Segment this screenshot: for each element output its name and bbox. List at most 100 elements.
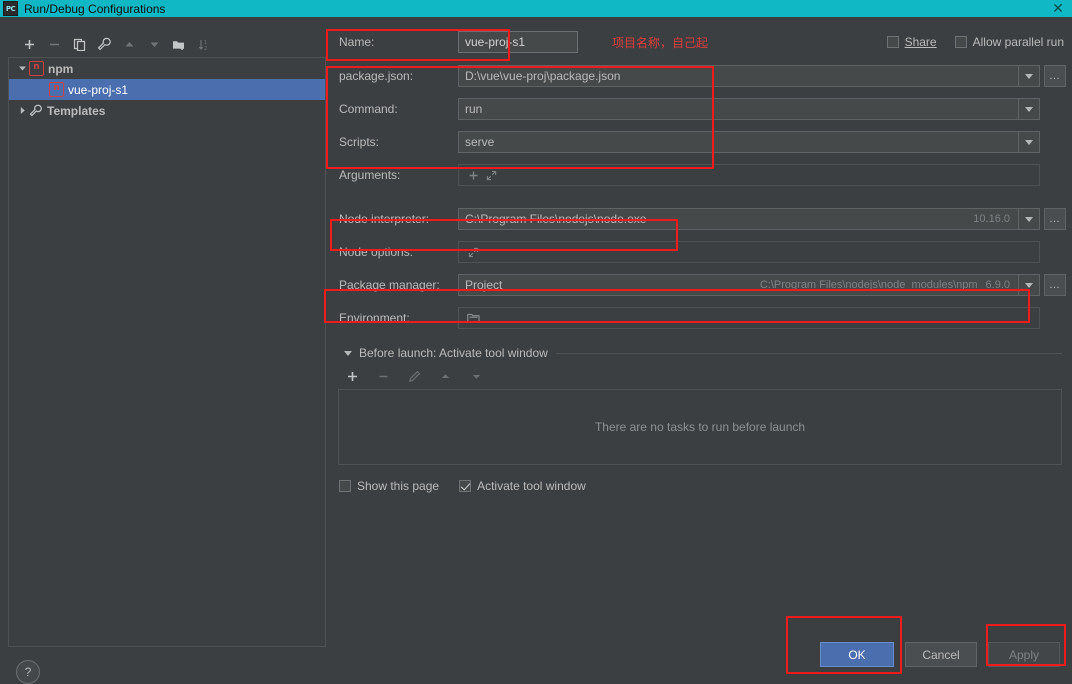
before-launch-task-list[interactable]: There are no tasks to run before launch (338, 389, 1062, 465)
arguments-input[interactable] (458, 164, 1040, 186)
options-group: Share Allow parallel run (886, 35, 1066, 49)
move-down-button[interactable] (143, 33, 165, 55)
window-title: Run/Debug Configurations (24, 1, 166, 16)
node-options-row: Node options: (330, 241, 1066, 263)
package-manager-browse-button[interactable]: … (1044, 274, 1066, 296)
add-configuration-button[interactable] (18, 33, 40, 55)
share-label: Share (904, 35, 937, 49)
package-manager-version: 6.9.0 (985, 279, 1010, 291)
package-manager-value: Project (465, 278, 503, 292)
chevron-down-icon[interactable] (1018, 99, 1039, 119)
edit-templates-wrench-icon[interactable] (93, 33, 115, 55)
expand-editor-icon[interactable] (483, 167, 499, 183)
arguments-label: Arguments: (339, 168, 401, 182)
divider (555, 352, 1062, 354)
pycharm-icon: PC (3, 1, 18, 16)
show-this-page-checkbox[interactable]: Show this page (339, 479, 439, 493)
chevron-down-icon[interactable] (1018, 209, 1039, 229)
apply-button[interactable]: Apply (988, 642, 1060, 667)
move-up-button[interactable] (118, 33, 140, 55)
npm-icon: n (29, 61, 44, 76)
package-json-row: package.json: D:\vue\vue-proj\package.js… (330, 65, 1066, 87)
environment-browse-folder-icon[interactable] (465, 310, 481, 326)
package-manager-label: Package manager: (339, 278, 440, 292)
node-interpreter-label: Node interpreter: (339, 212, 430, 226)
checkbox-box-checked (459, 480, 472, 492)
node-interpreter-version: 10.16.0 (973, 213, 1010, 225)
package-manager-combo[interactable]: Project C:\Program Files\nodejs\node_mod… (458, 274, 1040, 296)
show-this-page-label: Show this page (357, 479, 440, 493)
node-interpreter-value: C:\Program Files\nodejs\node.exe (465, 212, 647, 226)
activate-tool-window-checkbox[interactable]: Activate tool window (459, 479, 586, 493)
chevron-down-icon[interactable] (344, 350, 352, 356)
before-launch-title: Before launch: Activate tool window (359, 346, 548, 360)
help-button[interactable]: ? (16, 660, 40, 684)
task-move-down-button[interactable] (465, 365, 487, 387)
close-icon[interactable]: ✕ (1050, 1, 1066, 16)
name-input[interactable]: vue-proj-s1 (458, 31, 578, 53)
wrench-icon (29, 104, 43, 117)
chevron-down-icon[interactable] (1018, 66, 1039, 86)
copy-configuration-button[interactable] (68, 33, 90, 55)
run-debug-configurations-dialog: PC Run/Debug Configurations ✕ 1 2 n npm … (0, 0, 1072, 684)
checkbox-box (339, 480, 351, 492)
before-launch-options: Show this page Activate tool window (330, 479, 1066, 493)
package-manager-path: C:\Program Files\nodejs\node_modules\npm (759, 279, 978, 291)
task-move-up-button[interactable] (434, 365, 456, 387)
package-json-label: package.json: (339, 69, 414, 83)
node-options-input[interactable] (458, 241, 1040, 263)
name-label: Name: (339, 35, 375, 49)
tree-item-label: vue-proj-s1 (68, 82, 129, 97)
package-json-combo[interactable]: D:\vue\vue-proj\package.json (458, 65, 1040, 87)
command-value: run (465, 102, 483, 116)
command-combo[interactable]: run (458, 98, 1040, 120)
node-interpreter-combo[interactable]: C:\Program Files\nodejs\node.exe 10.16.0 (458, 208, 1040, 230)
npm-icon: n (49, 82, 64, 97)
activate-tool-window-label: Activate tool window (477, 479, 586, 493)
environment-label: Environment: (339, 311, 410, 325)
configurations-tree[interactable]: n npm n vue-proj-s1 Templates (8, 57, 326, 647)
edit-task-pencil-icon[interactable] (403, 365, 425, 387)
environment-input[interactable] (458, 307, 1040, 329)
tree-item-vue-proj-s1[interactable]: n vue-proj-s1 (9, 79, 325, 100)
chevron-right-icon[interactable] (15, 106, 29, 115)
share-checkbox[interactable]: Share (886, 35, 937, 49)
sort-configurations-button[interactable]: 1 2 (193, 33, 215, 55)
expand-editor-icon[interactable] (465, 244, 481, 260)
package-json-browse-button[interactable]: … (1044, 65, 1066, 87)
command-row: Command: run (330, 98, 1066, 120)
tree-item-npm[interactable]: n npm (9, 58, 325, 79)
insert-macro-icon[interactable] (465, 167, 481, 183)
ok-button[interactable]: OK (820, 642, 894, 667)
node-options-label: Node options: (339, 245, 414, 259)
remove-task-button[interactable] (372, 365, 394, 387)
configuration-form: Name: vue-proj-s1 项目名称，自己起 Share Allow p… (330, 31, 1066, 647)
chevron-down-icon[interactable] (1018, 275, 1039, 295)
tree-item-templates[interactable]: Templates (9, 100, 325, 121)
add-task-button[interactable] (341, 365, 363, 387)
name-value: vue-proj-s1 (465, 35, 526, 49)
before-launch-toolbar (330, 363, 1066, 389)
window-titlebar: PC Run/Debug Configurations ✕ (0, 0, 1072, 17)
tree-item-label: npm (48, 61, 74, 76)
dialog-content: 1 2 n npm n vue-proj-s1 Templates Name: … (0, 17, 1072, 684)
name-row: Name: vue-proj-s1 项目名称，自己起 Share Allow p… (330, 31, 1066, 53)
scripts-combo[interactable]: serve (458, 131, 1040, 153)
move-into-folder-button[interactable] (168, 33, 190, 55)
checkbox-box (886, 36, 899, 48)
scripts-row: Scripts: serve (330, 131, 1066, 153)
package-json-value: D:\vue\vue-proj\package.json (465, 69, 621, 83)
checkbox-box (954, 36, 967, 48)
cancel-button[interactable]: Cancel (905, 642, 977, 667)
allow-parallel-run-label: Allow parallel run (972, 35, 1064, 49)
remove-configuration-button[interactable] (43, 33, 65, 55)
environment-row: Environment: (330, 307, 1066, 329)
chevron-down-icon[interactable] (15, 64, 29, 73)
node-interpreter-browse-button[interactable]: … (1044, 208, 1066, 230)
chevron-down-icon[interactable] (1018, 132, 1039, 152)
node-interpreter-row: Node interpreter: C:\Program Files\nodej… (330, 208, 1066, 230)
command-label: Command: (339, 102, 398, 116)
allow-parallel-run-checkbox[interactable]: Allow parallel run (954, 35, 1064, 49)
package-manager-row: Package manager: Project C:\Program File… (330, 274, 1066, 296)
before-launch-header[interactable]: Before launch: Activate tool window (330, 345, 1066, 361)
